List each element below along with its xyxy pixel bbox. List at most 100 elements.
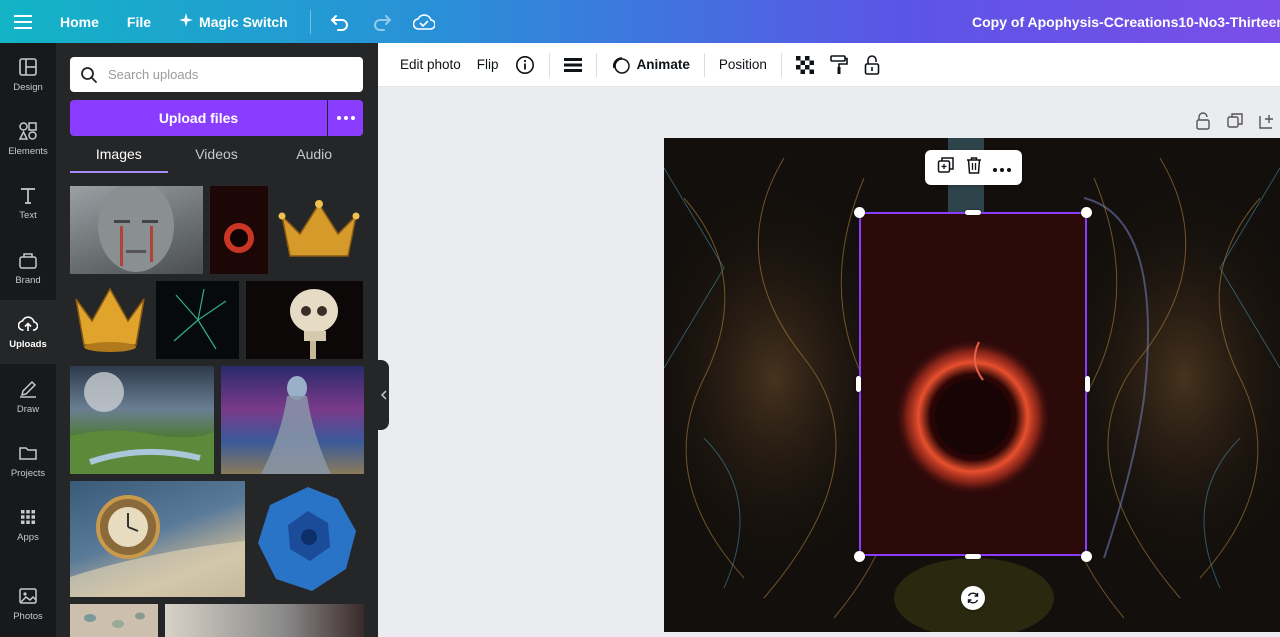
search-input[interactable] xyxy=(108,67,348,82)
document-title[interactable]: Copy of Apophysis-CCreations10-No3-Thirt… xyxy=(972,0,1280,43)
top-bar: Home File Magic Switch Copy of Apophysis… xyxy=(0,0,1280,43)
rail-label-photos: Photos xyxy=(13,611,43,622)
transparency-icon[interactable] xyxy=(788,43,822,87)
upload-thumbnail-statue[interactable] xyxy=(70,186,203,274)
tab-images[interactable]: Images xyxy=(70,143,168,173)
uploads-panel: Upload files Images Videos Audio xyxy=(56,43,378,637)
page-lock-icon[interactable] xyxy=(1194,112,1212,135)
border-style-icon[interactable] xyxy=(556,43,590,87)
resize-handle-bottom[interactable] xyxy=(965,554,981,559)
position-label: Position xyxy=(718,57,767,72)
rail-item-uploads[interactable]: Uploads xyxy=(0,300,56,364)
folder-icon xyxy=(19,447,37,460)
upload-thumbnail-skull[interactable] xyxy=(246,281,363,359)
upload-thumbnail-clock-fantasy[interactable] xyxy=(70,481,245,597)
delete-trash-icon[interactable] xyxy=(966,156,982,179)
toolbar-divider xyxy=(595,52,597,77)
rail-item-design[interactable]: Design xyxy=(0,43,56,107)
rail-label-elements: Elements xyxy=(8,146,48,157)
upload-thumbnail-moon-landscape[interactable] xyxy=(70,366,214,474)
position-button[interactable]: Position xyxy=(711,43,775,87)
upload-thumbnail-crown-2[interactable] xyxy=(70,281,150,359)
file-label: File xyxy=(126,13,152,30)
rail-label-text: Text xyxy=(19,210,37,221)
lock-icon[interactable] xyxy=(856,43,888,87)
resize-handle-top-left[interactable] xyxy=(854,207,865,218)
rail-item-draw[interactable]: Draw xyxy=(0,365,56,429)
upload-row: Upload files xyxy=(70,100,363,136)
left-rail: Design Elements Text Brand Uploads Draw … xyxy=(0,43,56,637)
tab-audio[interactable]: Audio xyxy=(265,143,363,173)
upload-thumbnail-sand[interactable] xyxy=(165,604,364,637)
animate-button[interactable]: Animate xyxy=(603,43,698,87)
rail-label-draw: Draw xyxy=(16,404,40,415)
rail-label-apps: Apps xyxy=(17,532,39,543)
resize-handle-bottom-left[interactable] xyxy=(854,551,865,562)
rail-label-projects: Projects xyxy=(10,468,46,479)
resize-handle-top[interactable] xyxy=(965,210,981,215)
rail-label-uploads: Uploads xyxy=(9,339,47,350)
home-button[interactable]: Home xyxy=(46,0,113,43)
rail-label-brand: Brand xyxy=(15,275,41,286)
rail-label-design: Design xyxy=(13,82,43,93)
resize-handle-right[interactable] xyxy=(1085,376,1090,392)
animate-icon xyxy=(612,56,630,74)
rail-item-brand[interactable]: Brand xyxy=(0,236,56,300)
redo-icon[interactable] xyxy=(361,0,403,43)
page-duplicate-icon[interactable] xyxy=(1226,112,1244,135)
page-actions xyxy=(1194,112,1276,135)
edit-photo-label: Edit photo xyxy=(400,57,461,72)
context-toolbar: Edit photo Flip Animate Position xyxy=(378,43,1280,87)
rail-item-text[interactable]: Text xyxy=(0,171,56,235)
rail-item-apps[interactable]: Apps xyxy=(0,493,56,557)
animate-label: Animate xyxy=(636,57,690,72)
rail-item-elements[interactable]: Elements xyxy=(0,107,56,171)
pen-icon xyxy=(20,380,37,398)
collapse-panel-chevron-icon[interactable] xyxy=(378,360,389,430)
media-tabs: Images Videos Audio xyxy=(70,143,363,173)
photo-icon xyxy=(19,588,37,604)
upload-thumbnail-crown-1[interactable] xyxy=(274,186,364,274)
hamburger-menu-icon[interactable] xyxy=(0,14,46,29)
upload-files-button[interactable]: Upload files xyxy=(70,100,327,136)
rail-item-photos[interactable]: Photos xyxy=(0,572,56,636)
brand-icon xyxy=(19,253,37,269)
more-actions-icon[interactable] xyxy=(992,159,1011,177)
flip-button[interactable]: Flip xyxy=(469,43,507,87)
duplicate-element-icon[interactable] xyxy=(937,156,955,179)
paint-roller-icon[interactable] xyxy=(822,43,856,87)
floating-element-toolbar xyxy=(925,150,1022,185)
tab-videos[interactable]: Videos xyxy=(168,143,266,173)
resize-handle-top-right[interactable] xyxy=(1081,207,1092,218)
home-label: Home xyxy=(60,13,99,30)
shapes-icon xyxy=(18,122,37,140)
info-icon[interactable] xyxy=(507,43,543,87)
cloud-upload-icon xyxy=(18,316,38,331)
toolbar-divider xyxy=(703,52,705,77)
upload-thumbnail-red-eclipse[interactable] xyxy=(210,186,268,274)
search-icon xyxy=(81,66,97,83)
topbar-divider xyxy=(309,9,311,34)
rail-item-projects[interactable]: Projects xyxy=(0,429,56,493)
resize-handle-bottom-right[interactable] xyxy=(1081,551,1092,562)
upload-thumbnail-blue-rose[interactable] xyxy=(252,481,364,597)
flip-label: Flip xyxy=(476,57,499,72)
toolbar-divider xyxy=(548,52,550,77)
page-add-icon[interactable] xyxy=(1258,112,1276,135)
magic-switch-label: Magic Switch xyxy=(199,13,288,30)
upload-thumbnail-stones[interactable] xyxy=(70,604,158,637)
edit-photo-button[interactable]: Edit photo xyxy=(392,43,469,87)
file-menu-button[interactable]: File xyxy=(113,0,165,43)
cloud-saved-icon[interactable] xyxy=(403,0,445,43)
upload-thumbnail-green-burst[interactable] xyxy=(156,281,239,359)
more-options-icon[interactable] xyxy=(328,100,363,136)
rotate-handle-icon[interactable] xyxy=(961,586,985,610)
apps-grid-icon xyxy=(21,510,35,524)
upload-thumbnail-cosmic-figure[interactable] xyxy=(221,366,364,474)
resize-handle-left[interactable] xyxy=(856,376,861,392)
search-box[interactable] xyxy=(70,57,363,92)
sparkle-icon xyxy=(179,13,194,30)
layout-icon xyxy=(19,58,37,76)
magic-switch-button[interactable]: Magic Switch xyxy=(165,0,302,43)
undo-icon[interactable] xyxy=(319,0,361,43)
